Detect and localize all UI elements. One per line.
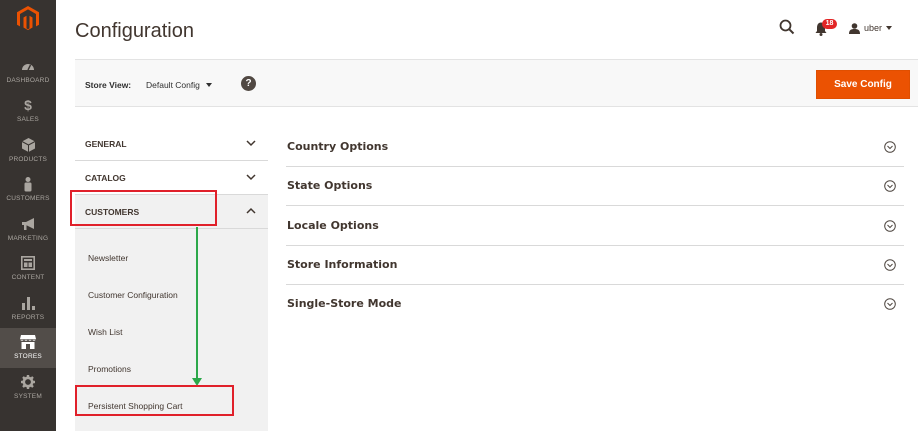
caret-down-icon bbox=[886, 26, 893, 30]
tab-item-wish-list[interactable]: Wish List bbox=[75, 315, 268, 349]
tab-item-newsletter[interactable]: Newsletter bbox=[75, 241, 268, 275]
nav-item-dashboard[interactable]: DASHBOARD bbox=[0, 52, 56, 92]
nav-item-system[interactable]: SYSTEM bbox=[0, 368, 56, 408]
user-menu[interactable]: uber bbox=[849, 20, 893, 36]
section-title: State Options bbox=[287, 179, 373, 192]
nav-label: SALES bbox=[17, 116, 39, 123]
tab-label: GENERAL bbox=[85, 139, 127, 149]
nav-label: REPORTS bbox=[11, 314, 45, 321]
expand-circle-icon bbox=[884, 259, 896, 271]
expand-circle-icon bbox=[884, 141, 896, 153]
search-icon bbox=[779, 19, 795, 35]
storefront-icon bbox=[20, 334, 36, 350]
nav-label: SYSTEM bbox=[14, 393, 42, 400]
tab-item-label: Customer Configuration bbox=[88, 290, 178, 300]
section-store-information[interactable]: Store Information bbox=[286, 245, 904, 285]
tab-item-label: Wish List bbox=[88, 327, 123, 337]
chevron-down-icon bbox=[246, 140, 256, 147]
nav-item-customers[interactable]: CUSTOMERS bbox=[0, 170, 56, 210]
store-view-bar: Store View: Default Config ? Save Config bbox=[75, 59, 918, 107]
magento-logo-icon bbox=[17, 5, 39, 30]
search-button[interactable] bbox=[779, 19, 797, 37]
save-config-button[interactable]: Save Config bbox=[816, 70, 910, 99]
store-view-select[interactable]: Default Config bbox=[146, 80, 212, 90]
bar-chart-icon bbox=[20, 295, 36, 311]
tab-item-promotions[interactable]: Promotions bbox=[75, 352, 268, 386]
gear-icon bbox=[20, 374, 36, 390]
admin-sidebar: DASHBOARD $ SALES PRODUCTS CUSTOMERS MAR… bbox=[0, 0, 56, 431]
section-title: Locale Options bbox=[287, 219, 379, 232]
tab-general[interactable]: GENERAL bbox=[75, 127, 268, 161]
user-icon bbox=[849, 22, 860, 34]
nav-item-content[interactable]: CONTENT bbox=[0, 249, 56, 289]
nav-label: DASHBOARD bbox=[6, 77, 50, 84]
section-title: Single-Store Mode bbox=[287, 297, 402, 310]
section-country-options[interactable]: Country Options bbox=[286, 127, 904, 167]
section-state-options[interactable]: State Options bbox=[286, 166, 904, 206]
caret-down-icon bbox=[205, 83, 212, 87]
nav-label: PRODUCTS bbox=[8, 156, 48, 163]
store-view-label: Store View: bbox=[85, 80, 132, 90]
tab-label: CATALOG bbox=[85, 173, 126, 183]
tab-item-customer-configuration[interactable]: Customer Configuration bbox=[75, 278, 268, 312]
person-icon bbox=[20, 176, 36, 192]
section-single-store-mode[interactable]: Single-Store Mode bbox=[286, 284, 904, 324]
content-layout-icon bbox=[20, 255, 36, 271]
nav-item-marketing[interactable]: MARKETING bbox=[0, 210, 56, 250]
dashboard-icon bbox=[20, 58, 36, 74]
magento-logo[interactable] bbox=[0, 0, 56, 36]
nav-label: CUSTOMERS bbox=[6, 195, 50, 202]
dollar-icon: $ bbox=[24, 97, 32, 113]
tab-item-label: Newsletter bbox=[88, 253, 129, 263]
tab-item-label: Promotions bbox=[88, 364, 131, 374]
help-icon[interactable]: ? bbox=[241, 76, 256, 91]
chevron-up-icon bbox=[246, 207, 256, 214]
expand-circle-icon bbox=[884, 298, 896, 310]
nav-label: CONTENT bbox=[11, 274, 45, 281]
nav-item-products[interactable]: PRODUCTS bbox=[0, 131, 56, 171]
notification-count-badge: 18 bbox=[822, 19, 837, 29]
highlight-persistent-shopping-cart bbox=[75, 385, 234, 416]
section-title: Country Options bbox=[287, 140, 389, 153]
expand-circle-icon bbox=[884, 220, 896, 232]
expand-circle-icon bbox=[884, 180, 896, 192]
user-name: uber bbox=[864, 23, 883, 33]
cube-icon bbox=[20, 137, 36, 153]
nav-label: STORES bbox=[14, 353, 42, 360]
chevron-down-icon bbox=[246, 174, 256, 181]
section-locale-options[interactable]: Locale Options bbox=[286, 206, 904, 246]
nav-label: MARKETING bbox=[7, 235, 49, 242]
nav-item-stores[interactable]: STORES bbox=[0, 328, 56, 368]
page-title: Configuration bbox=[75, 20, 194, 42]
store-view-selected: Default Config bbox=[146, 80, 200, 90]
annotation-arrow-line bbox=[196, 227, 198, 380]
nav-item-reports[interactable]: REPORTS bbox=[0, 289, 56, 329]
section-title: Store Information bbox=[287, 258, 398, 271]
nav-item-sales[interactable]: $ SALES bbox=[0, 91, 56, 131]
highlight-customers-tab bbox=[70, 190, 217, 226]
megaphone-icon bbox=[20, 216, 36, 232]
